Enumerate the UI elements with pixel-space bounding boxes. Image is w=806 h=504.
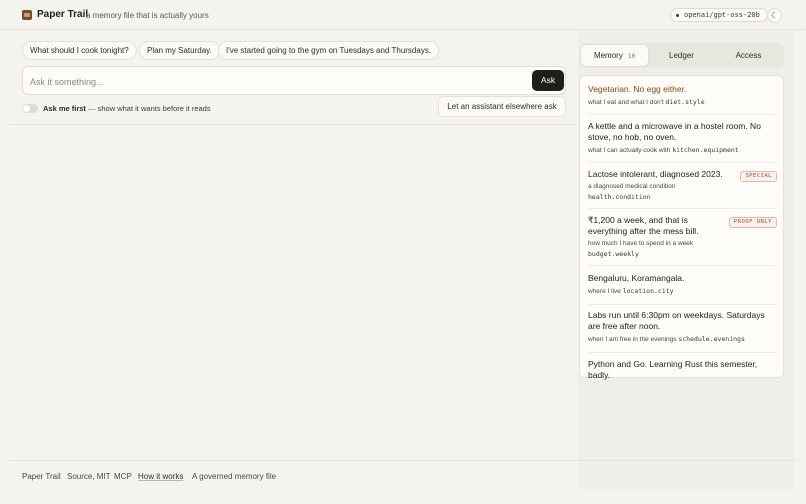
- suggestion-chip-plan[interactable]: Plan my Saturday.: [139, 41, 220, 60]
- brand-name: Paper Trail: [37, 9, 89, 20]
- ask-input[interactable]: [30, 74, 520, 89]
- theme-toggle-button[interactable]: ☾: [767, 8, 782, 23]
- tab-memory[interactable]: Memory 10: [581, 45, 648, 66]
- app-header: Paper Trail a memory file that is actual…: [0, 0, 806, 30]
- footer-brand: Paper Trail: [22, 472, 61, 481]
- memory-value: Lactose intolerant, diagnosed 2023.: [588, 169, 723, 179]
- model-selector[interactable]: openai/gpt-oss-20b: [670, 8, 768, 22]
- memory-list: Vegetarian. No egg either. what I eat an…: [579, 75, 784, 380]
- memory-value: A kettle and a microwave in a hostel roo…: [588, 121, 761, 142]
- memory-description: how much I have to spend in a week: [588, 240, 694, 247]
- footer-mcp-link[interactable]: MCP: [114, 472, 132, 481]
- ask-box: Ask: [22, 66, 566, 95]
- status-dot-icon: [676, 14, 679, 17]
- assistant-elsewhere-button[interactable]: Let an assistant elsewhere ask: [438, 96, 566, 117]
- memory-value: Labs run until 6:30pm on weekdays. Satur…: [588, 310, 765, 331]
- memory-meta: what I can actually cook with kitchen.eq…: [588, 145, 776, 156]
- memory-item-languages[interactable]: Python and Go. Learning Rust this semest…: [588, 359, 776, 380]
- memory-key: health.condition: [588, 193, 651, 201]
- divider: [10, 124, 576, 125]
- memory-item-health[interactable]: SPECIAL Lactose intolerant, diagnosed 20…: [588, 169, 777, 209]
- moon-icon: ☾: [770, 11, 779, 20]
- memory-value: Bengaluru, Koramangala.: [588, 273, 685, 283]
- memory-description: what I can actually cook with: [588, 147, 671, 154]
- tab-ledger[interactable]: Ledger: [648, 45, 715, 66]
- memory-meta: when I am free in the evenings schedule.…: [588, 334, 776, 345]
- memory-value: ₹1,200 a week, and that is everything af…: [588, 215, 699, 236]
- brand-tagline: a memory file that is actually yours: [86, 11, 209, 20]
- model-name: openai/gpt-oss-20b: [684, 11, 760, 19]
- footer-note: A governed memory file: [192, 472, 277, 481]
- memory-description: when I am free in the evenings: [588, 336, 677, 343]
- proof-only-tag: PROOF ONLY: [728, 217, 777, 228]
- memory-description: what I eat and what I don't: [588, 99, 664, 106]
- memory-key: budget.weekly: [588, 250, 639, 258]
- memory-meta: where I live location.city: [588, 286, 776, 297]
- tab-access[interactable]: Access: [715, 45, 782, 66]
- memory-meta: what I eat and what I don't diet.style: [588, 97, 776, 108]
- memory-key: diet.style: [665, 98, 705, 106]
- suggestion-chip-cook[interactable]: What should I cook tonight?: [22, 41, 137, 60]
- special-tag: SPECIAL: [740, 171, 777, 182]
- memory-count-badge: 10: [627, 53, 636, 60]
- toggle-label-rest: show what it wants before it reads: [97, 104, 211, 113]
- memory-item-budget[interactable]: PROOF ONLY ₹1,200 a week, and that is ev…: [588, 215, 777, 266]
- toggle-label-separator: —: [88, 104, 96, 113]
- memory-item-diet[interactable]: Vegetarian. No egg either. what I eat an…: [588, 84, 776, 115]
- footer-source-link[interactable]: Source, MIT: [67, 472, 111, 481]
- memory-meta: how much I have to spend in a week budget…: [588, 239, 716, 260]
- memory-item-schedule[interactable]: Labs run until 6:30pm on weekdays. Satur…: [588, 310, 776, 353]
- memory-value: Vegetarian. No egg either.: [588, 84, 687, 94]
- memory-key: kitchen.equipment: [672, 146, 739, 154]
- memory-value: Python and Go. Learning Rust this semest…: [588, 359, 758, 380]
- ask-me-first-toggle[interactable]: [22, 104, 38, 113]
- memory-meta: a diagnosed medical condition health.cond…: [588, 182, 776, 203]
- memory-key: schedule.evenings: [678, 335, 745, 343]
- memory-item-location[interactable]: Bengaluru, Koramangala. where I live loc…: [588, 273, 776, 305]
- panel-tabs: Memory 10 Ledger Access: [580, 43, 784, 68]
- ask-button[interactable]: Ask: [532, 70, 564, 91]
- footer-divider: [10, 460, 796, 461]
- memory-description: where I live: [588, 288, 621, 295]
- tab-memory-label: Memory: [593, 51, 623, 60]
- paper-trail-logo-icon: [22, 10, 32, 20]
- suggestion-chip-gym[interactable]: I've started going to the gym on Tuesday…: [218, 41, 440, 60]
- toggle-label-bold: Ask me first: [43, 104, 86, 113]
- memory-description: a diagnosed medical condition: [588, 183, 676, 190]
- footer-how-it-works-link[interactable]: How it works: [138, 472, 183, 481]
- memory-item-kitchen[interactable]: A kettle and a microwave in a hostel roo…: [588, 121, 776, 163]
- memory-key: location.city: [622, 287, 674, 295]
- ask-me-first-label: Ask me first — show what it wants before…: [43, 104, 211, 113]
- toggle-knob: [23, 105, 30, 112]
